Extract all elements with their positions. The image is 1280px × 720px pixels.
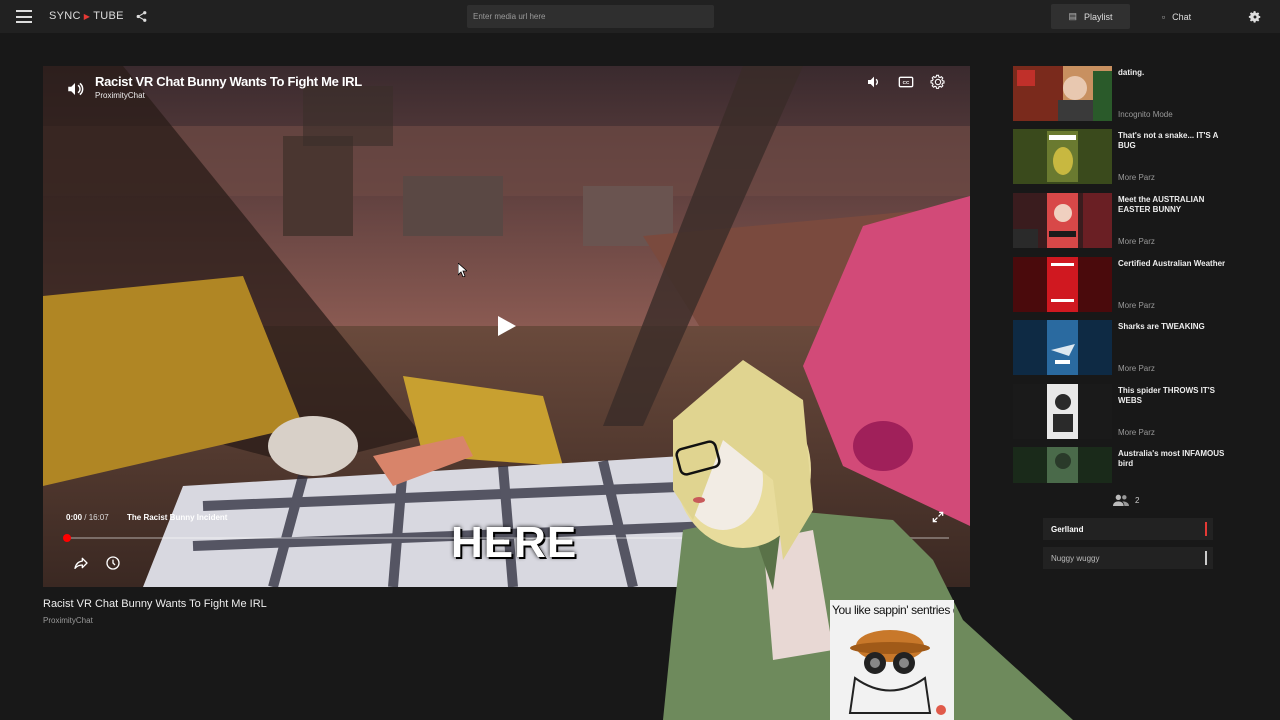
playlist-item-title: Meet the AUSTRALIAN EASTER BUNNY — [1118, 195, 1205, 214]
playlist-item[interactable]: Sharks are TWEAKING More Parz — [1013, 320, 1233, 377]
playlist-thumbnail — [1013, 447, 1112, 483]
playlist-thumbnail — [1013, 193, 1112, 248]
user-name: Gerlland — [1051, 524, 1084, 534]
progress-bar[interactable] — [63, 534, 949, 542]
users-count-value: 2 — [1135, 495, 1140, 505]
meme-caption: You like sappin' sentries don't you — [832, 603, 954, 617]
captions-icon[interactable]: CC — [898, 74, 914, 90]
chapter-title[interactable]: The Racist Bunny Incident — [127, 513, 227, 522]
tab-playlist-label: Playlist — [1084, 11, 1113, 22]
app-logo[interactable]: SYNC ▶ TUBE — [49, 10, 124, 22]
playlist-item-title: Sharks are TWEAKING — [1118, 322, 1205, 331]
playlist-item[interactable]: That's not a snake... IT'S A BUG More Pa… — [1013, 129, 1233, 186]
brand-play-icon: ▶ — [83, 11, 91, 21]
current-time: 0:00 — [66, 513, 83, 522]
playlist-icon: ▤ — [1068, 11, 1077, 21]
brand-right: TUBE — [93, 10, 124, 22]
brand-left: SYNC — [49, 10, 81, 22]
user-row[interactable]: Nuggy wuggy — [1043, 547, 1213, 569]
playlist-item-author: Incognito Mode — [1118, 110, 1173, 119]
progress-handle[interactable] — [63, 534, 71, 542]
playlist-item-author: More Parz — [1118, 301, 1155, 310]
playlist-item[interactable]: dating. Incognito Mode — [1013, 66, 1233, 123]
chat-icon: ▫ — [1161, 11, 1166, 22]
menu-icon[interactable] — [16, 10, 32, 23]
playlist-item-title: Certified Australian Weather — [1118, 259, 1226, 268]
playlist-item[interactable]: This spider THROWS IT'S WEBS More Parz — [1013, 384, 1233, 441]
time-separator: / — [82, 513, 89, 522]
tab-playlist[interactable]: ▤ Playlist — [1051, 4, 1130, 29]
playlist-item-title: dating. — [1118, 68, 1145, 77]
playlist-item-author: More Parz — [1118, 173, 1155, 182]
share-arrow-icon[interactable] — [73, 555, 89, 571]
play-icon[interactable] — [498, 316, 516, 336]
media-url-input[interactable] — [467, 5, 714, 28]
user-status-bar — [1205, 522, 1207, 536]
meme-sticker: You like sappin' sentries don't you — [830, 600, 954, 720]
player-title[interactable]: Racist VR Chat Bunny Wants To Fight Me I… — [95, 74, 362, 89]
playlist-thumbnail — [1013, 66, 1112, 121]
mouse-cursor-icon — [458, 263, 467, 277]
playlist-item[interactable]: Meet the AUSTRALIAN EASTER BUNNY More Pa… — [1013, 193, 1233, 250]
playlist-item-title: Australia's most INFAMOUS bird — [1118, 449, 1225, 468]
video-channel[interactable]: ProximityChat — [43, 616, 93, 625]
playlist-thumbnail — [1013, 257, 1112, 312]
user-status-bar — [1205, 551, 1207, 565]
users-icon — [1113, 494, 1129, 506]
tab-chat-label: Chat — [1172, 11, 1192, 22]
user-row[interactable]: Gerlland — [1043, 518, 1213, 540]
user-name: Nuggy wuggy — [1051, 553, 1100, 563]
svg-text:CC: CC — [903, 80, 910, 85]
top-bar: SYNC ▶ TUBE ▤ Playlist ▫ Chat — [0, 0, 1280, 33]
expand-icon[interactable] — [931, 510, 945, 524]
share-icon[interactable] — [135, 10, 148, 23]
playlist-item-author: More Parz — [1118, 237, 1155, 246]
volume-icon[interactable] — [65, 80, 85, 98]
playlist-item-author: More Parz — [1118, 364, 1155, 373]
playlist-item-title: This spider THROWS IT'S WEBS — [1118, 386, 1216, 405]
video-player[interactable]: Racist VR Chat Bunny Wants To Fight Me I… — [43, 66, 970, 587]
playlist-thumbnail — [1013, 320, 1112, 375]
settings-gear-icon[interactable] — [1248, 10, 1262, 24]
player-channel[interactable]: ProximityChat — [95, 91, 145, 100]
video-caption-overlay: HERE — [451, 518, 578, 567]
cat-with-goggles-image — [848, 630, 946, 715]
time-display: 0:00 / 16:07 — [66, 513, 109, 522]
mute-icon[interactable] — [866, 74, 882, 90]
playlist-item-title: That's not a snake... IT'S A BUG — [1118, 131, 1219, 150]
tab-chat[interactable]: ▫ Chat — [1137, 4, 1216, 29]
playlist-thumbnail — [1013, 384, 1112, 439]
playlist-thumbnail — [1013, 129, 1112, 184]
duration: 16:07 — [88, 513, 109, 522]
video-title: Racist VR Chat Bunny Wants To Fight Me I… — [43, 598, 267, 610]
users-count: 2 — [1113, 494, 1139, 506]
player-settings-icon[interactable] — [930, 74, 946, 90]
playlist-item-author: More Parz — [1118, 428, 1155, 437]
playlist-item[interactable]: Certified Australian Weather More Parz — [1013, 257, 1233, 314]
watch-later-clock-icon[interactable] — [105, 555, 121, 571]
